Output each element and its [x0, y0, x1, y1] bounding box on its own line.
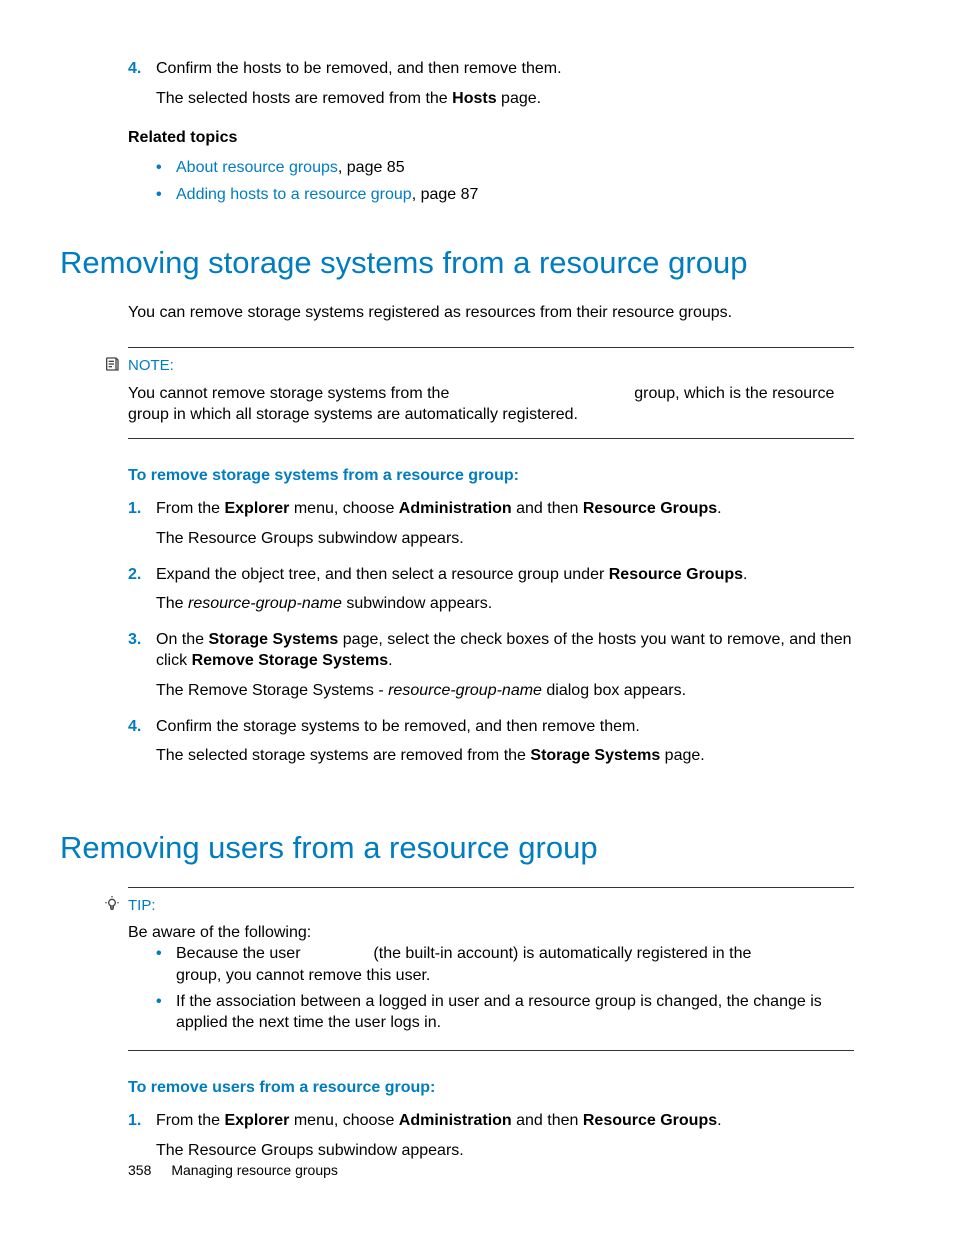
tip-bullet: • Because the user (the built-in account… — [156, 943, 854, 986]
tip-admonition: TIP: Be aware of the following: • Becaus… — [128, 887, 854, 1051]
t: Resource Groups — [583, 500, 717, 517]
step-text: On the Storage Systems page, select the … — [156, 629, 874, 672]
step-marker: 3. — [128, 629, 156, 672]
t: From the — [156, 500, 224, 517]
t: and then — [512, 1112, 583, 1129]
t: Administration — [399, 1112, 512, 1129]
t: . — [388, 652, 392, 669]
t: resource-group-name — [388, 682, 542, 699]
bullet-icon: • — [156, 943, 176, 986]
page-number: 358 — [128, 1161, 151, 1180]
related-link-body: Adding hosts to a resource group, page 8… — [176, 184, 478, 206]
step-text: Confirm the storage systems to be remove… — [156, 716, 874, 738]
section-intro: You can remove storage systems registere… — [128, 302, 874, 324]
t: resource-group-name — [188, 595, 342, 612]
related-topics-heading: Related topics — [128, 127, 874, 149]
text: page. — [497, 90, 541, 107]
text: The selected hosts are removed from the — [156, 90, 452, 107]
t: From the — [156, 1112, 224, 1129]
step-3: 3. On the Storage Systems page, select t… — [128, 629, 874, 672]
step-4-result: The selected storage systems are removed… — [156, 745, 874, 767]
step-marker: 4. — [128, 58, 156, 80]
related-link-item: • About resource groups, page 85 — [156, 157, 874, 179]
task-heading: To remove storage systems from a resourc… — [128, 465, 874, 487]
note-body: You cannot remove storage systems from t… — [128, 383, 854, 426]
related-link-body: About resource groups, page 85 — [176, 157, 405, 179]
t: The — [156, 595, 188, 612]
step-text: From the Explorer menu, choose Administr… — [156, 498, 874, 520]
page-footer: 358 Managing resource groups — [128, 1161, 338, 1180]
t: Resource Groups — [583, 1112, 717, 1129]
bullet-icon: • — [156, 991, 176, 1034]
step-text: Expand the object tree, and then select … — [156, 564, 874, 586]
bullet-icon: • — [156, 184, 176, 206]
tip-bullet-text: Because the user (the built-in account) … — [176, 943, 854, 986]
step-text: Confirm the hosts to be removed, and the… — [156, 58, 874, 80]
related-link-item: • Adding hosts to a resource group, page… — [156, 184, 874, 206]
t: Explorer — [224, 500, 289, 517]
step-1-result: The Resource Groups subwindow appears. — [156, 1140, 874, 1162]
note-label: NOTE: — [128, 356, 854, 376]
t: Expand the object tree, and then select … — [156, 566, 609, 583]
t: Remove Storage Systems — [192, 652, 389, 669]
t: subwindow appears. — [342, 595, 492, 612]
text: , page 85 — [338, 159, 405, 176]
step-marker: 1. — [128, 498, 156, 520]
t: page. — [660, 747, 704, 764]
step-4-result: The selected hosts are removed from the … — [156, 88, 874, 110]
related-link[interactable]: Adding hosts to a resource group — [176, 186, 412, 203]
bullet-icon: • — [156, 157, 176, 179]
t: dialog box appears. — [542, 682, 686, 699]
t: Storage Systems — [208, 631, 338, 648]
note-admonition: NOTE: You cannot remove storage systems … — [128, 347, 854, 438]
step-1-result: The Resource Groups subwindow appears. — [156, 528, 874, 550]
section-title-removing-users: Removing users from a resource group — [60, 827, 874, 869]
task-heading: To remove users from a resource group: — [128, 1077, 874, 1099]
t: The Remove Storage Systems - — [156, 682, 388, 699]
t: Resource Groups — [609, 566, 743, 583]
related-link[interactable]: About resource groups — [176, 159, 338, 176]
tip-body: Be aware of the following: • Because the… — [128, 922, 854, 1034]
t: . — [717, 500, 721, 517]
procedure-steps: 1. From the Explorer menu, choose Admini… — [128, 1110, 874, 1161]
step-marker: 2. — [128, 564, 156, 586]
step-text: From the Explorer menu, choose Administr… — [156, 1110, 874, 1132]
tip-intro: Be aware of the following: — [128, 922, 854, 944]
step-1: 1. From the Explorer menu, choose Admini… — [128, 498, 874, 520]
step-marker: 4. — [128, 716, 156, 738]
t: . — [743, 566, 747, 583]
page-name: Hosts — [452, 90, 496, 107]
tip-bullet: • If the association between a logged in… — [156, 991, 854, 1034]
chapter-title: Managing resource groups — [171, 1161, 338, 1180]
t: On the — [156, 631, 208, 648]
tip-label: TIP: — [128, 896, 854, 916]
step-1: 1. From the Explorer menu, choose Admini… — [128, 1110, 874, 1132]
step-3-result: The Remove Storage Systems - resource-gr… — [156, 680, 874, 702]
step-4: 4. Confirm the hosts to be removed, and … — [128, 58, 874, 80]
t: Administration — [399, 500, 512, 517]
t: menu, choose — [289, 500, 398, 517]
tip-icon — [104, 896, 120, 917]
step-marker: 1. — [128, 1110, 156, 1132]
t: The selected storage systems are removed… — [156, 747, 530, 764]
section-title-removing-storage: Removing storage systems from a resource… — [60, 242, 874, 284]
procedure-steps: 1. From the Explorer menu, choose Admini… — [128, 498, 874, 766]
t: menu, choose — [289, 1112, 398, 1129]
text: , page 87 — [412, 186, 479, 203]
step-4: 4. Confirm the storage systems to be rem… — [128, 716, 874, 738]
note-icon — [104, 356, 120, 377]
t: Storage Systems — [530, 747, 660, 764]
continued-steps: 4. Confirm the hosts to be removed, and … — [128, 58, 874, 206]
t: and then — [512, 500, 583, 517]
step-2-result: The resource-group-name subwindow appear… — [156, 593, 874, 615]
t: . — [717, 1112, 721, 1129]
tip-bullet-text: If the association between a logged in u… — [176, 991, 854, 1034]
t: Explorer — [224, 1112, 289, 1129]
step-2: 2. Expand the object tree, and then sele… — [128, 564, 874, 586]
